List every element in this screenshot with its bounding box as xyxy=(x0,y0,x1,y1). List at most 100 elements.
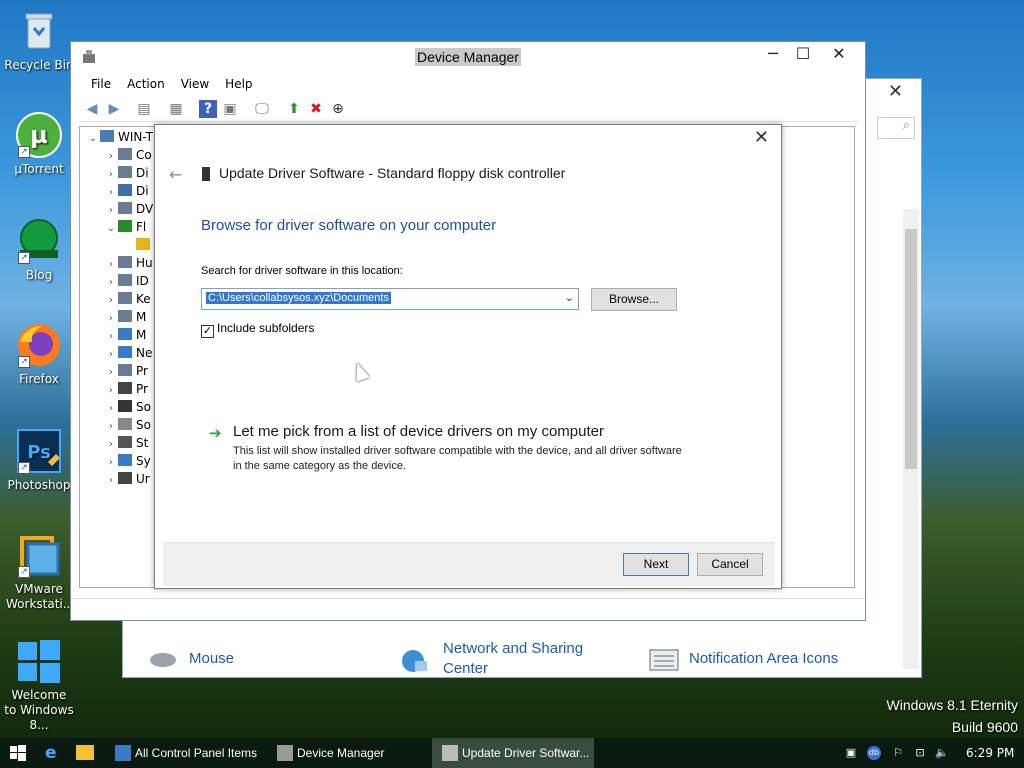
cp-item-label: Notification Area Icons xyxy=(689,649,839,667)
svg-text:Ps: Ps xyxy=(27,442,51,463)
menu-help[interactable]: Help xyxy=(217,74,260,94)
tree-item[interactable]: › So xyxy=(104,416,151,434)
network-tray-icon[interactable]: ▣ xyxy=(844,746,858,760)
firefox-icon: ↗ xyxy=(16,322,62,368)
driver-path-value[interactable]: C:\Users\collabsysos.xyz\Documents xyxy=(206,292,391,304)
control-panel-icon xyxy=(115,745,131,761)
search-icon[interactable]: ⌕ xyxy=(877,117,915,139)
driver-path-combobox[interactable]: C:\Users\collabsysos.xyz\Documents ⌄ xyxy=(201,288,579,310)
include-subfolders-checkbox[interactable]: ✓ Include subfolders xyxy=(201,321,314,338)
tree-item[interactable]: › Ke xyxy=(104,290,151,308)
tree-item-label: So xyxy=(136,418,151,432)
taskbar-item-device-manager[interactable]: Device Manager xyxy=(267,738,427,768)
close-button[interactable]: ✕ xyxy=(821,44,857,70)
menu-view[interactable]: View xyxy=(173,74,217,94)
device-manager-icon xyxy=(277,745,293,761)
desktop-icon-firefox[interactable]: ↗ Firefox xyxy=(1,322,77,387)
monitor-icon xyxy=(118,328,132,340)
chevron-right-icon[interactable]: › xyxy=(104,472,118,490)
shortcut-arrow-icon: ↗ xyxy=(18,252,30,264)
clock[interactable]: 6:29 PM xyxy=(966,738,1014,768)
help-icon[interactable]: ? xyxy=(199,100,217,118)
taskbar-item-update-driver[interactable]: Update Driver Softwar... xyxy=(432,738,594,768)
tree-item-label: ID xyxy=(136,274,149,288)
menu-bar: File Action View Help xyxy=(71,74,865,96)
desktop-icon-blog[interactable]: ↗ Blog xyxy=(1,218,77,283)
desktop-icon-welcome[interactable]: Welcome to Windows 8... xyxy=(1,638,77,733)
tree-item[interactable]: › Ne xyxy=(104,344,152,362)
file-explorer-icon[interactable] xyxy=(76,745,94,760)
tree-item[interactable]: ⌄ Fl xyxy=(104,218,146,236)
tree-item[interactable]: › St xyxy=(104,434,148,452)
disable-device-icon[interactable]: ⊕ xyxy=(329,100,347,118)
photoshop-icon: Ps ↗ xyxy=(16,428,62,474)
back-arrow-icon[interactable]: ← xyxy=(169,165,182,184)
desktop-icon-utorrent[interactable]: µ ↗ µTorrent xyxy=(1,112,77,177)
device-manager-app-icon xyxy=(81,50,97,64)
title-bar[interactable]: Device Manager ─ ☐ ✕ xyxy=(71,42,865,74)
tree-root[interactable]: ⌄ WIN-T xyxy=(86,128,153,146)
desktop-icon-vmware[interactable]: ↗ VMware Workstati... xyxy=(1,532,77,612)
tree-item-label: Co xyxy=(136,148,152,162)
os-build-text: Build 9600 xyxy=(951,719,1018,735)
update-driver-icon[interactable]: ⬆ xyxy=(285,100,303,118)
tree-item[interactable]: › ID xyxy=(104,272,149,290)
forward-icon[interactable]: ▶ xyxy=(105,100,123,118)
tree-item[interactable]: › Sy xyxy=(104,452,151,470)
mouse-icon xyxy=(118,310,132,322)
close-icon[interactable]: ✕ xyxy=(754,127,769,148)
processor-icon xyxy=(118,382,132,394)
next-button[interactable]: Next xyxy=(623,553,689,576)
scan-hardware-icon[interactable]: 🖵 xyxy=(253,100,271,118)
uninstall-icon[interactable]: ✖ xyxy=(307,100,325,118)
tree-item[interactable]: › M xyxy=(104,308,146,326)
volume-muted-icon[interactable]: 🔈 xyxy=(935,746,949,760)
tree-item[interactable]: › Co xyxy=(104,146,152,164)
device-category-icon xyxy=(118,148,132,160)
tree-item-label: Ke xyxy=(136,292,151,306)
scrollbar[interactable] xyxy=(903,209,919,669)
tree-item[interactable]: › Ur xyxy=(104,470,150,488)
chevron-down-icon[interactable]: ⌄ xyxy=(86,130,100,148)
tree-item[interactable]: › Di xyxy=(104,164,149,182)
taskbar-item-control-panel[interactable]: All Control Panel Items xyxy=(105,738,263,768)
tree-item-warning[interactable] xyxy=(136,236,154,254)
internet-explorer-icon[interactable]: e xyxy=(45,744,63,762)
properties-icon[interactable]: ▦ xyxy=(167,100,185,118)
browse-button[interactable]: Browse... xyxy=(591,288,677,311)
close-icon[interactable]: ✕ xyxy=(888,81,903,102)
scrollbar-thumb[interactable] xyxy=(905,229,917,469)
system-tray: ▣ db ⚐ ⊡ 🔈 6:29 PM xyxy=(834,738,1024,768)
tree-item[interactable]: › Pr xyxy=(104,362,148,380)
chevron-down-icon[interactable]: ⌄ xyxy=(104,220,118,238)
pick-from-list-heading[interactable]: Let me pick from a list of device driver… xyxy=(233,423,604,440)
update-driver-icon xyxy=(442,745,458,761)
cancel-button[interactable]: Cancel xyxy=(697,553,763,576)
tree-item[interactable]: › Pr xyxy=(104,380,148,398)
tree-item[interactable]: › Hu xyxy=(104,254,153,272)
back-icon[interactable]: ◀ xyxy=(83,100,101,118)
os-version-text: Windows 8.1 Eternity xyxy=(886,697,1019,713)
maximize-button[interactable]: ☐ xyxy=(785,44,821,70)
db-tray-icon[interactable]: db xyxy=(867,746,881,760)
network-status-icon[interactable]: ⊡ xyxy=(913,746,927,760)
shortcut-arrow-icon: ↗ xyxy=(18,566,30,578)
flag-icon[interactable]: ⚐ xyxy=(891,746,905,760)
cp-item-mouse[interactable]: Mouse xyxy=(149,649,234,669)
start-button[interactable] xyxy=(10,745,26,761)
menu-action[interactable]: Action xyxy=(119,74,173,94)
desktop-icon-photoshop[interactable]: Ps ↗ Photoshop xyxy=(1,428,77,493)
checkbox-checked-icon[interactable]: ✓ xyxy=(201,325,214,338)
tree-item[interactable]: › So xyxy=(104,398,151,416)
device-category-icon xyxy=(118,256,132,268)
show-hide-tree-icon[interactable]: ▤ xyxy=(135,100,153,118)
menu-file[interactable]: File xyxy=(83,74,119,94)
action-icon[interactable]: ▣ xyxy=(221,100,239,118)
cp-item-notification-area[interactable]: Notification Area Icons xyxy=(649,649,839,671)
tree-item[interactable]: › M xyxy=(104,326,146,344)
chevron-down-icon[interactable]: ⌄ xyxy=(565,291,574,304)
tree-item[interactable]: › Di xyxy=(104,182,149,200)
tree-item[interactable]: › DV xyxy=(104,200,153,218)
desktop-icon-recycle-bin[interactable]: Recycle Bin xyxy=(1,8,77,73)
storage-icon xyxy=(118,436,132,448)
